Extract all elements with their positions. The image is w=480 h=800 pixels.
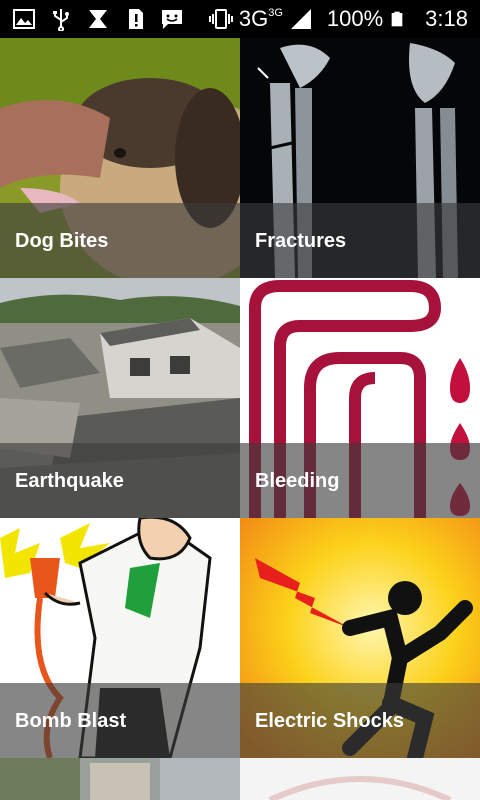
tile-caption: Bomb Blast: [0, 683, 240, 758]
tile-caption: Fractures: [240, 203, 480, 278]
battery-percent: 100%: [326, 6, 384, 31]
battery-icon: [391, 11, 403, 27]
tile-label: Electric Shocks: [255, 710, 404, 732]
partial-image: [240, 758, 480, 800]
street-image: [0, 758, 240, 800]
usb-icon: [53, 9, 69, 31]
tile-label: Bomb Blast: [15, 710, 127, 732]
tile-caption: Electric Shocks: [240, 683, 480, 758]
tile-bomb-blast[interactable]: Bomb Blast: [0, 518, 240, 758]
clock: 3:18: [425, 6, 468, 31]
blocked-notification-icon: [89, 10, 107, 28]
tile-dog-bites[interactable]: Dog Bites: [0, 38, 240, 278]
network-type: 3G3G: [238, 6, 283, 31]
tile-fractures[interactable]: Fractures: [240, 38, 480, 278]
tile-electric-shocks[interactable]: Electric Shocks: [240, 518, 480, 758]
vibrate-icon: [208, 9, 233, 29]
topics-grid: Dog Bites Fractures Earthquake Bleeding …: [0, 38, 480, 800]
tile-caption: Earthquake: [0, 443, 240, 518]
tile-label: Dog Bites: [15, 230, 109, 252]
status-bar: 3G3G 100% 3:18: [0, 0, 480, 38]
tile-partial-left[interactable]: [0, 758, 240, 800]
message-icon: [162, 10, 182, 29]
tile-label: Bleeding: [255, 470, 340, 492]
tile-earthquake[interactable]: Earthquake: [0, 278, 240, 518]
tile-caption: Dog Bites: [0, 203, 240, 278]
gallery-icon: [13, 9, 35, 29]
tile-label: Earthquake: [15, 470, 124, 492]
tile-bleeding[interactable]: Bleeding: [240, 278, 480, 518]
tile-partial-right[interactable]: [240, 758, 480, 800]
tile-label: Fractures: [255, 230, 347, 252]
signal-icon: [290, 9, 311, 29]
tile-caption: Bleeding: [240, 443, 480, 518]
sim-alert-icon: [129, 9, 143, 29]
